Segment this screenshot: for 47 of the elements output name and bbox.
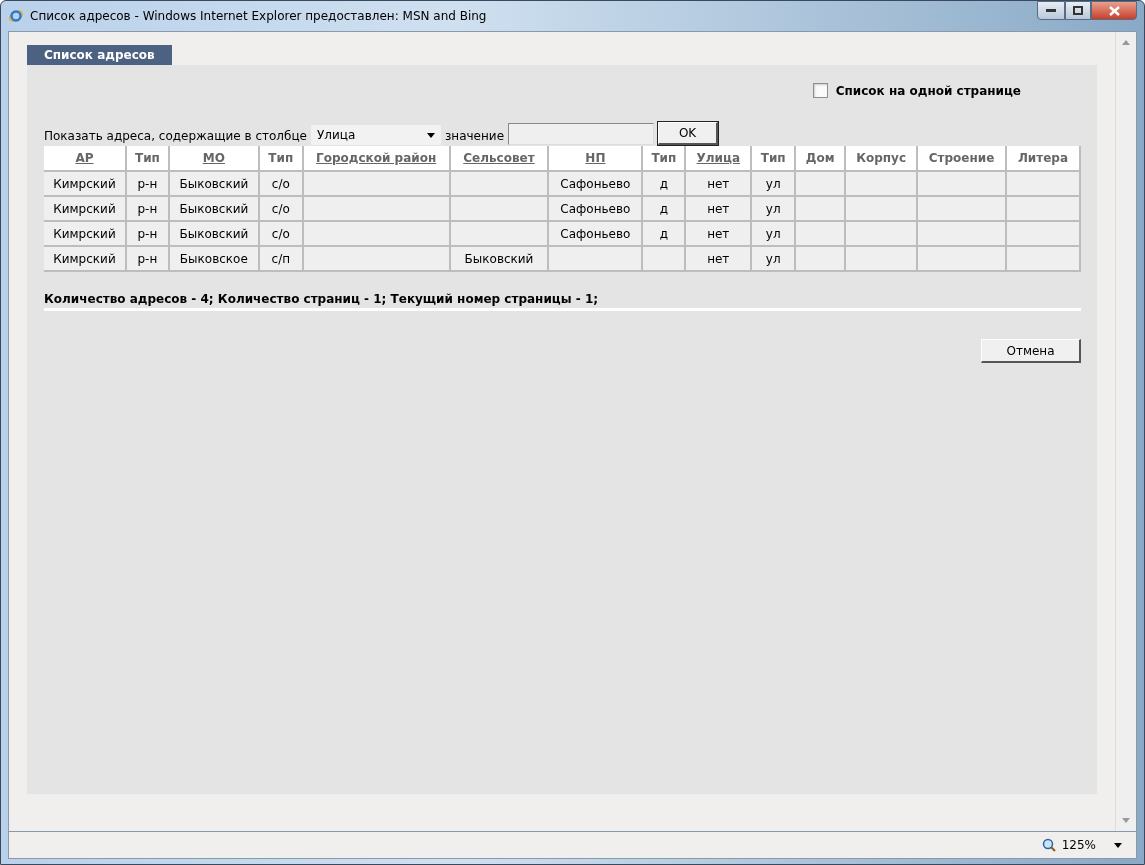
caret-icon[interactable] [1114,842,1122,848]
column-header[interactable]: Улица [685,146,752,171]
table-cell: Быковский [168,196,259,221]
window-title: Список адресов - Windows Internet Explorer предоставлен: MSN and Bing [30,9,488,23]
column-header: Тип [125,146,169,171]
close-button[interactable] [1091,1,1137,20]
table-cell: Сафоньево [548,196,643,221]
table-cell: Кимрский [44,221,126,246]
ok-button[interactable]: OK [658,122,719,145]
table-cell: Кимрский [44,196,126,221]
column-header[interactable]: НП [548,146,643,171]
column-header: Тип [751,146,796,171]
summary-text: Количество адресов - 4; Количество страниц - 1; Текущий номер страницы - 1; [44,292,1081,311]
table-cell: Быковский [168,221,259,246]
table-cell: Кимрский [44,246,126,271]
column-header[interactable]: Городской район [302,146,450,171]
table-cell: Кимрский [44,171,126,196]
column-header: Тип [258,146,303,171]
single-page-checkbox[interactable] [812,83,828,98]
table-cell: Сафоньево [548,171,643,196]
column-select[interactable]: Улица [310,125,441,145]
checkbox-label: Список на одной странице [835,83,1021,98]
cancel-button[interactable]: Отмена [981,339,1081,363]
column-header: Строение [917,146,1006,171]
minimize-icon [1046,8,1056,13]
table-cell: Сафоньево [548,221,643,246]
close-icon [1108,5,1120,16]
minimize-button[interactable] [1037,1,1065,20]
column-header: Дом [795,146,846,171]
zoom-icon[interactable] [1041,838,1056,852]
table-cell: Быковский [168,171,259,196]
maximize-button[interactable] [1065,1,1091,20]
value-label: значение [444,129,505,145]
zoom-level[interactable]: 125% [1061,838,1096,852]
table-cell: Быковский [449,246,549,271]
browser-logo-icon [8,8,24,24]
value-input[interactable] [508,123,655,145]
column-header[interactable]: МО [168,146,259,171]
column-header[interactable]: АР [44,146,126,171]
caret-icon [426,132,435,138]
column-header: Литера [1005,146,1080,171]
column-header[interactable]: Сельсовет [449,146,549,171]
maximize-icon [1073,6,1083,15]
filter-label: Показать адреса, содержащие в столбце [44,129,307,145]
table-cell: Быковское [168,246,259,271]
column-header: Тип [642,146,686,171]
column-header: Корпус [845,146,918,171]
